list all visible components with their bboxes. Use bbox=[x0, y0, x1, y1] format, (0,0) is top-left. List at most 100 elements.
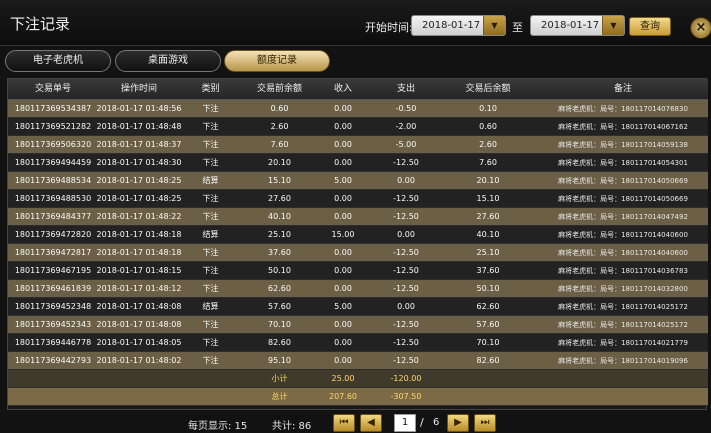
order-id-cell: 180117369452343 bbox=[14, 320, 92, 329]
income-cell: 15.00 bbox=[331, 230, 355, 239]
prev-page-button[interactable]: ◀ bbox=[360, 414, 382, 432]
total-count-label: 共计: 86 bbox=[272, 421, 312, 432]
type-cell: 结算 bbox=[202, 302, 219, 311]
tab-credit-records[interactable]: 额度记录 bbox=[224, 50, 330, 72]
next-page-icon: ▶ bbox=[454, 417, 462, 428]
title-bar: 下注记录 开始时间: 2018-01-17 ▼ 至 2018-01-17 ▼ 查… bbox=[0, 0, 711, 46]
order-id-cell: 180117369472817 bbox=[14, 248, 92, 257]
last-page-button[interactable]: ⏭ bbox=[474, 414, 496, 432]
window-title: 下注记录 bbox=[10, 15, 71, 33]
tab-table-games[interactable]: 桌面游戏 bbox=[115, 50, 221, 72]
summary-expense: -120.00 bbox=[390, 374, 422, 383]
page-number-input[interactable]: 1 bbox=[394, 414, 416, 432]
chevron-down-icon[interactable]: ▼ bbox=[602, 16, 624, 35]
end-date-value: 2018-01-17 bbox=[541, 20, 600, 31]
time-cell: 2018-01-17 01:48:37 bbox=[96, 140, 182, 149]
income-cell: 0.00 bbox=[334, 356, 352, 365]
expense-cell: -12.50 bbox=[393, 338, 419, 347]
type-cell: 下注 bbox=[202, 212, 219, 221]
tab-slot-machine[interactable]: 电子老虎机 bbox=[5, 50, 111, 72]
column-header-after-balance: 交易后余额 bbox=[465, 84, 511, 94]
expense-cell: -12.50 bbox=[393, 212, 419, 221]
time-cell: 2018-01-17 01:48:12 bbox=[96, 284, 182, 293]
type-cell: 下注 bbox=[202, 266, 219, 275]
expense-cell: 0.00 bbox=[397, 302, 415, 311]
after-balance-cell: 37.60 bbox=[476, 266, 500, 275]
table-row: 180117369472817 2018-01-17 01:48:18 下注 37.6… bbox=[8, 244, 708, 262]
expense-cell: -2.00 bbox=[395, 122, 417, 131]
expense-cell: 0.00 bbox=[397, 230, 415, 239]
time-cell: 2018-01-17 01:48:25 bbox=[96, 176, 182, 185]
order-id-cell: 180117369488530 bbox=[14, 194, 92, 203]
type-cell: 下注 bbox=[202, 122, 219, 131]
after-balance-cell: 62.60 bbox=[476, 302, 500, 311]
close-icon[interactable]: × bbox=[690, 17, 711, 39]
expense-cell: -5.00 bbox=[395, 140, 417, 149]
summary-income: 25.00 bbox=[331, 374, 355, 383]
chevron-down-icon[interactable]: ▼ bbox=[483, 16, 505, 35]
end-date-picker[interactable]: 2018-01-17 ▼ bbox=[530, 15, 625, 36]
time-cell: 2018-01-17 01:48:48 bbox=[96, 122, 182, 131]
after-balance-cell: 2.60 bbox=[479, 140, 497, 149]
first-page-button[interactable]: ⏮ bbox=[333, 414, 355, 432]
order-id-cell: 180117369452348 bbox=[14, 302, 92, 311]
column-header-type: 类别 bbox=[201, 84, 220, 94]
type-cell: 下注 bbox=[202, 104, 219, 113]
type-cell: 结算 bbox=[202, 230, 219, 239]
prev-page-icon: ◀ bbox=[367, 417, 375, 428]
income-cell: 5.00 bbox=[334, 176, 352, 185]
income-cell: 0.00 bbox=[334, 158, 352, 167]
bet-record-window: 下注记录 开始时间: 2018-01-17 ▼ 至 2018-01-17 ▼ 查… bbox=[0, 0, 711, 433]
order-id-cell: 180117369461839 bbox=[14, 284, 92, 293]
order-id-cell: 180117369534387 bbox=[14, 104, 92, 113]
order-id-cell: 180117369467195 bbox=[14, 266, 92, 275]
time-cell: 2018-01-17 01:48:18 bbox=[96, 230, 182, 239]
summary-total-row: 总计 207.60 -307.50 bbox=[8, 388, 708, 406]
start-date-picker[interactable]: 2018-01-17 ▼ bbox=[411, 15, 506, 36]
type-cell: 下注 bbox=[202, 194, 219, 203]
after-balance-cell: 50.10 bbox=[476, 284, 500, 293]
time-cell: 2018-01-17 01:48:30 bbox=[96, 158, 182, 167]
remark-cell: 麻将老虎机：局号：180117014067162 bbox=[558, 123, 688, 131]
order-id-cell: 180117369488534 bbox=[14, 176, 92, 185]
remark-cell: 麻将老虎机：局号：180117014019096 bbox=[558, 357, 688, 365]
time-cell: 2018-01-17 01:48:18 bbox=[96, 248, 182, 257]
remark-cell: 麻将老虎机：局号：18011701407683​0 bbox=[558, 105, 688, 113]
start-date-value: 2018-01-17 bbox=[422, 20, 481, 31]
remark-cell: 麻将老虎机：局号：180117014054301 bbox=[558, 159, 688, 167]
income-cell: 0.00 bbox=[334, 284, 352, 293]
type-cell: 下注 bbox=[202, 284, 219, 293]
after-balance-cell: 82.60 bbox=[476, 356, 500, 365]
table-row: 180117369506320 2018-01-17 01:48:37 下注 7.60… bbox=[8, 136, 708, 154]
type-cell: 下注 bbox=[202, 338, 219, 347]
income-cell: 0.00 bbox=[334, 104, 352, 113]
after-balance-cell: 70.10 bbox=[476, 338, 500, 347]
pagination-bar: 每页显示: 15 共计: 86 ⏮ ◀ 1 / 6 ▶ ⏭ bbox=[0, 414, 711, 433]
table-header: 交易单号 操作时间 类别 交易前余额 收入 支出 交易后余额 备注 bbox=[8, 79, 708, 100]
column-header-income: 收入 bbox=[333, 84, 352, 94]
next-page-button[interactable]: ▶ bbox=[447, 414, 469, 432]
type-cell: 下注 bbox=[202, 248, 219, 257]
income-cell: 0.00 bbox=[334, 140, 352, 149]
expense-cell: -12.50 bbox=[393, 194, 419, 203]
table-row: 180117369467195 2018-01-17 01:48:15 下注 50.1… bbox=[8, 262, 708, 280]
time-cell: 2018-01-17 01:48:25 bbox=[96, 194, 182, 203]
summary-expense: -307.50 bbox=[390, 392, 422, 401]
after-balance-cell: 27.60 bbox=[476, 212, 500, 221]
after-balance-cell: 57.60 bbox=[476, 320, 500, 329]
query-button[interactable]: 查询 bbox=[629, 17, 671, 36]
expense-cell: 0.00 bbox=[397, 176, 415, 185]
expense-cell: -12.50 bbox=[393, 356, 419, 365]
income-cell: 5.00 bbox=[334, 302, 352, 311]
type-cell: 结算 bbox=[202, 176, 219, 185]
time-cell: 2018-01-17 01:48:02 bbox=[96, 356, 182, 365]
order-id-cell: 180117369521282 bbox=[14, 122, 92, 131]
remark-cell: 麻将老虎机：局号：180117014040600 bbox=[558, 249, 688, 257]
table-row: 180117369484377 2018-01-17 01:48:22 下注 40.1… bbox=[8, 208, 708, 226]
remark-cell: 麻将老虎机：局号：180117014050669 bbox=[558, 195, 688, 203]
income-cell: 0.00 bbox=[334, 266, 352, 275]
after-balance-cell: 25.10 bbox=[476, 248, 500, 257]
to-label: 至 bbox=[512, 21, 523, 34]
income-cell: 0.00 bbox=[334, 194, 352, 203]
time-cell: 2018-01-17 01:48:08 bbox=[96, 302, 182, 311]
